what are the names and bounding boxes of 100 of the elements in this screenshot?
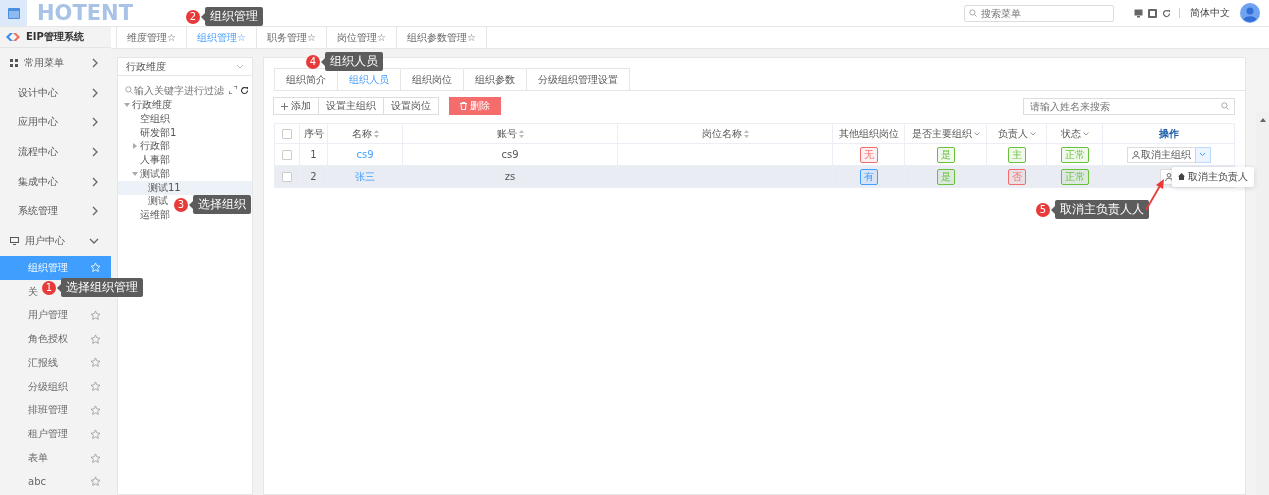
menu-group[interactable]: 流程中心 — [0, 137, 111, 167]
chevron-right-icon — [91, 117, 99, 128]
refresh-icon[interactable] — [1162, 8, 1171, 18]
step-badge: 4 — [306, 54, 320, 69]
star-icon[interactable] — [90, 333, 101, 345]
chevron-down-icon — [89, 236, 99, 245]
logo-icon — [6, 33, 20, 41]
chevron-right-icon — [91, 57, 99, 68]
home-icon — [1177, 173, 1185, 180]
menu-group[interactable]: 用户中心 — [0, 226, 111, 256]
user-icon — [1164, 172, 1173, 181]
caret-down-icon[interactable] — [124, 101, 130, 108]
column-header: 状态 — [1060, 126, 1081, 141]
status-tag: 无 — [859, 146, 878, 163]
column-header: 负责人 — [997, 126, 1028, 141]
chevron-right-icon — [91, 176, 99, 187]
star-icon[interactable] — [90, 357, 101, 369]
menu-item[interactable]: 用户管理 — [0, 303, 111, 328]
row-checkbox[interactable] — [282, 150, 292, 160]
menu-group[interactable]: 系统管理 — [0, 196, 111, 227]
chevron-down-icon — [236, 64, 244, 69]
menu-group[interactable]: 常用菜单 — [0, 48, 111, 78]
star-icon[interactable] — [90, 452, 101, 464]
menu-group[interactable]: 应用中心 — [0, 107, 111, 138]
chevron-right-icon — [91, 206, 99, 217]
column-header: 名称 — [351, 126, 372, 141]
star-icon[interactable] — [90, 405, 101, 416]
star-icon[interactable] — [90, 476, 101, 488]
menu-search-field[interactable]: 搜索菜单 — [964, 4, 1114, 22]
avatar-icon[interactable] — [1240, 3, 1260, 23]
table-cell: cs9 — [501, 149, 519, 160]
name-search-field[interactable]: 请输入姓名来搜索 — [1023, 97, 1235, 115]
language-selector[interactable]: 简体中文 — [1190, 6, 1230, 20]
star-icon[interactable] — [90, 309, 101, 321]
star-icon[interactable] — [90, 381, 101, 393]
select-all-checkbox[interactable] — [282, 129, 292, 139]
chevron-down-icon[interactable] — [1029, 131, 1036, 136]
chevron-right-icon — [91, 87, 99, 98]
dropdown-menu[interactable]: 取消主负责人 — [1171, 166, 1254, 187]
menu-item[interactable]: 表单 — [0, 446, 111, 470]
trash-icon — [460, 102, 467, 110]
dimension-select[interactable]: 行政维度 — [118, 58, 252, 76]
action-button[interactable]: 取消主组织 — [1126, 146, 1196, 163]
search-icon — [1221, 102, 1229, 110]
pointer-arrow — [1144, 178, 1166, 212]
sort-icon[interactable] — [518, 129, 524, 138]
tree-node[interactable]: 人事部 — [140, 153, 170, 168]
menu-item[interactable]: 汇报线 — [0, 351, 111, 375]
toolbar-button[interactable]: 设置岗位 — [383, 97, 439, 115]
tree-node[interactable]: 行政部 — [140, 139, 170, 154]
menu-button[interactable] — [0, 0, 27, 26]
caret-down-icon[interactable] — [132, 170, 138, 177]
status-tag: 否 — [1007, 168, 1026, 185]
chevron-down-icon — [1199, 152, 1206, 157]
star-icon[interactable] — [90, 428, 101, 440]
chevron-down-icon[interactable] — [1082, 131, 1089, 136]
table-cell: 2 — [310, 171, 317, 182]
column-header: 账号 — [496, 126, 517, 141]
tree-node[interactable]: 空组织 — [140, 111, 170, 126]
menu-item[interactable]: abc — [0, 470, 111, 494]
table-cell: zs — [504, 171, 516, 182]
row-checkbox[interactable] — [282, 172, 292, 182]
status-tag: 正常 — [1060, 168, 1089, 185]
chevron-right-icon — [91, 146, 99, 157]
menu-item[interactable]: 角色授权 — [0, 327, 111, 351]
fullscreen-icon[interactable] — [1148, 8, 1157, 18]
tree-node[interactable]: 运维部 — [140, 208, 170, 223]
tree-node[interactable]: 测试 — [148, 194, 168, 209]
menu-group[interactable]: 设计中心 — [0, 77, 111, 108]
menu-item[interactable]: 排班管理 — [0, 398, 111, 423]
status-tag: 是 — [936, 168, 955, 185]
table-cell: 1 — [310, 149, 317, 160]
toolbar-button[interactable]: 设置主组织 — [318, 97, 384, 115]
system-title: EIP管理系统 — [26, 30, 84, 44]
menu-item[interactable]: 租户管理 — [0, 422, 111, 447]
tree-node[interactable]: 测试部 — [140, 166, 170, 181]
column-header: 序号 — [303, 126, 324, 141]
sort-icon[interactable] — [373, 129, 379, 138]
chevron-down-icon[interactable] — [973, 131, 980, 136]
status-tag: 是 — [936, 146, 955, 163]
column-header: 操作 — [1158, 126, 1179, 141]
status-tag: 正常 — [1060, 146, 1089, 163]
caret-right-icon[interactable] — [132, 143, 138, 150]
page-tab[interactable]: 维度管理☆ — [116, 27, 187, 48]
expand-icon[interactable] — [229, 86, 237, 94]
sort-icon[interactable] — [743, 129, 749, 138]
window-icon — [7, 7, 20, 19]
column-header: 是否主要组织 — [911, 126, 972, 141]
user-icon — [1131, 150, 1140, 159]
add-button[interactable]: 添加 — [273, 97, 319, 115]
tree-node[interactable]: 研发部1 — [140, 125, 177, 140]
tree-node[interactable]: 行政维度 — [132, 97, 172, 112]
refresh-icon[interactable] — [240, 85, 249, 95]
logo: HOTENT — [37, 1, 133, 25]
status-tag: 有 — [859, 168, 878, 185]
monitor-icon[interactable] — [1134, 8, 1143, 18]
monitor-icon — [10, 236, 19, 245]
menu-group[interactable]: 集成中心 — [0, 166, 111, 197]
menu-item[interactable]: 分级组织 — [0, 374, 111, 399]
plus-icon — [281, 102, 288, 110]
